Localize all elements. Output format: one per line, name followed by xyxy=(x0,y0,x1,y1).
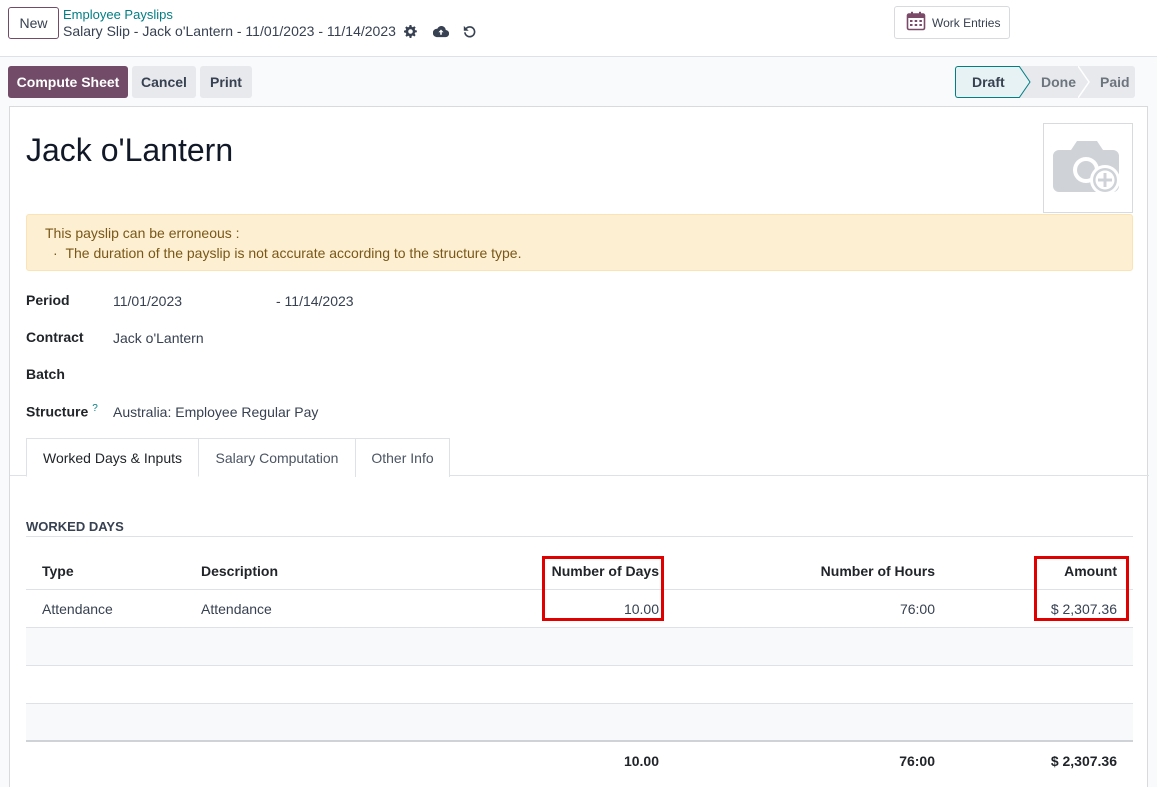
column-header-number-of-days[interactable]: Number of Days xyxy=(552,553,659,589)
period-to-field[interactable]: - 11/14/2023 xyxy=(276,293,354,309)
total-amount: $ 2,307.36 xyxy=(1050,753,1117,769)
cloud-upload-icon[interactable] xyxy=(433,23,449,39)
tab-other-info[interactable]: Other Info xyxy=(356,438,450,477)
column-header-amount[interactable]: Amount xyxy=(1064,553,1117,589)
stage-arrow-done xyxy=(1078,66,1090,98)
structure-field[interactable]: Australia: Employee Regular Pay xyxy=(113,404,318,420)
section-divider xyxy=(26,536,1133,537)
breadcrumb-current: Salary Slip - Jack o'Lantern - 11/01/202… xyxy=(63,23,396,39)
alert-item: · The duration of the payslip is not acc… xyxy=(53,245,522,261)
worked-days-section-title: WORKED DAYS xyxy=(26,519,124,534)
contract-label: Contract xyxy=(26,329,84,345)
period-from-field[interactable]: 11/01/2023 xyxy=(113,293,182,309)
table-header: Type Description Number of Days Number o… xyxy=(26,553,1133,590)
control-panel: New Employee Payslips Salary Slip - Jack… xyxy=(0,0,1157,57)
employee-photo-upload[interactable] xyxy=(1043,123,1133,213)
cell-number-of-days: 10.00 xyxy=(623,600,659,617)
structure-label: Structure? xyxy=(26,403,98,420)
column-header-type[interactable]: Type xyxy=(42,553,74,589)
camera-add-icon xyxy=(1053,136,1123,201)
notebook-tabs: Worked Days & Inputs Salary Computation … xyxy=(10,438,1149,477)
warning-alert: This payslip can be erroneous : · The du… xyxy=(26,214,1133,271)
cell-type: Attendance xyxy=(42,600,113,617)
table-row[interactable]: Attendance Attendance 10.00 76:00 $ 2,30… xyxy=(26,590,1133,628)
total-number-of-hours: 76:00 xyxy=(899,753,935,769)
breadcrumb-parent-link[interactable]: Employee Payslips xyxy=(63,7,173,22)
new-button[interactable]: New xyxy=(8,7,59,39)
empty-row xyxy=(26,704,1133,742)
column-header-description[interactable]: Description xyxy=(201,553,278,589)
cancel-button[interactable]: Cancel xyxy=(132,66,196,98)
discard-undo-icon[interactable] xyxy=(461,23,477,39)
tab-worked-days-inputs[interactable]: Worked Days & Inputs xyxy=(26,438,199,477)
compute-sheet-button[interactable]: Compute Sheet xyxy=(8,66,128,98)
total-number-of-days: 10.00 xyxy=(623,753,659,769)
alert-title: This payslip can be erroneous : xyxy=(45,225,240,241)
tab-salary-computation[interactable]: Salary Computation xyxy=(199,438,356,477)
status-stage-draft[interactable]: Draft xyxy=(955,66,1019,98)
empty-row xyxy=(26,628,1133,666)
status-bar: Draft Done Paid xyxy=(955,66,1135,98)
bullet-icon: · xyxy=(53,245,66,261)
column-header-number-of-hours[interactable]: Number of Hours xyxy=(821,553,935,589)
action-bar: Compute Sheet Cancel Print Draft Done Pa… xyxy=(0,57,1157,105)
employee-name[interactable]: Jack o'Lantern xyxy=(26,132,233,169)
cell-amount: $ 2,307.36 xyxy=(1050,600,1117,617)
calendar-icon xyxy=(906,11,926,34)
table-footer-totals: 10.00 76:00 $ 2,307.36 xyxy=(26,742,1133,780)
contract-field[interactable]: Jack o'Lantern xyxy=(113,330,204,346)
period-label: Period xyxy=(26,292,70,308)
work-entries-label: Work Entries xyxy=(932,15,1001,30)
form-sheet: Jack o'Lantern This payslip can be erron… xyxy=(9,106,1149,787)
empty-row xyxy=(26,666,1133,704)
structure-help-tooltip[interactable]: ? xyxy=(92,403,98,414)
stage-arrow-draft xyxy=(1019,66,1031,98)
cell-description: Attendance xyxy=(201,600,272,617)
batch-label: Batch xyxy=(26,366,65,382)
print-button[interactable]: Print xyxy=(200,66,252,98)
cell-number-of-hours: 76:00 xyxy=(899,600,935,617)
gear-icon[interactable] xyxy=(402,23,418,39)
work-entries-button[interactable]: Work Entries xyxy=(894,6,1010,39)
